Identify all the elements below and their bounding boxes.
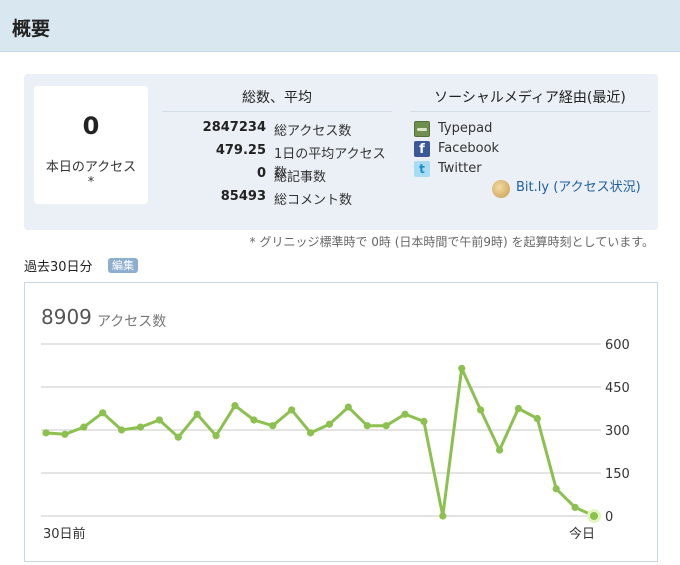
data-point[interactable] — [495, 446, 504, 454]
stat-value: 0 — [256, 166, 266, 181]
social-divider — [410, 111, 650, 112]
data-point[interactable] — [174, 433, 182, 441]
data-point[interactable] — [212, 432, 220, 440]
data-point[interactable] — [420, 417, 428, 425]
stat-value: 2847234 — [202, 120, 266, 135]
data-point[interactable] — [590, 512, 598, 520]
series-line — [45, 366, 595, 518]
chart-total-label: アクセス数 — [97, 314, 167, 330]
data-point[interactable] — [136, 423, 145, 431]
period-label: 過去30日分 — [24, 260, 93, 275]
y-tick-label: 450 — [605, 381, 630, 396]
social-item-label: Facebook — [438, 141, 500, 156]
data-point[interactable] — [533, 414, 541, 423]
data-point[interactable] — [80, 423, 88, 431]
today-access-count: 0 — [82, 112, 100, 140]
data-point[interactable] — [401, 410, 409, 418]
data-point[interactable] — [458, 364, 466, 372]
access-chart-panel: 600 450 300 150 0 8909 アクセス数 30日前 今日 — [24, 282, 658, 562]
bitly-link[interactable]: Bit.ly (アクセス状況) — [516, 178, 642, 197]
chart-total-count: 8909 — [41, 305, 92, 329]
edit-button[interactable]: 編集 — [108, 258, 138, 273]
data-point[interactable] — [193, 410, 201, 418]
social-referrals-section: ソーシャルメディア経由(最近) Typepad f Facebook t Twi… — [406, 74, 654, 230]
x-axis-end-label: 今日 — [569, 527, 596, 542]
social-title: ソーシャルメディア経由(最近) — [434, 90, 626, 106]
page-title: 概要 — [12, 18, 51, 40]
data-point[interactable] — [288, 406, 296, 414]
stat-label: 総アクセス数 — [274, 124, 352, 139]
today-access-label: 本日のアクセス — [45, 160, 137, 175]
stat-row-total-access: 2847234 総アクセス数 — [158, 120, 396, 140]
typepad-icon — [414, 121, 430, 137]
data-point[interactable] — [344, 403, 352, 411]
page-header: 概要 — [0, 0, 680, 52]
data-point[interactable] — [477, 406, 485, 414]
data-point[interactable] — [382, 422, 390, 430]
data-point[interactable] — [117, 426, 126, 434]
y-tick-label: 150 — [605, 467, 630, 482]
data-point[interactable] — [439, 512, 447, 520]
gmt-note: * グリニッジ標準時で 0時 (日本時間で午前9時) を起算時刻としています。 — [249, 235, 654, 249]
facebook-icon: f — [414, 141, 430, 157]
data-point[interactable] — [231, 402, 239, 410]
twitter-icon: t — [414, 161, 430, 177]
x-axis-start-label: 30日前 — [43, 527, 86, 542]
data-point[interactable] — [99, 409, 107, 417]
social-item-label: Twitter — [438, 161, 482, 176]
totals-section: 総数、平均 2847234 総アクセス数 479.25 1日の平均アクセス数 0… — [158, 74, 396, 230]
stat-value: 479.25 — [215, 143, 266, 158]
y-tick-label: 0 — [605, 510, 613, 525]
data-point[interactable] — [571, 503, 579, 511]
data-point[interactable] — [61, 430, 69, 438]
data-point[interactable] — [250, 416, 258, 424]
data-point[interactable] — [363, 422, 371, 430]
stat-value: 85493 — [220, 189, 266, 204]
totals-title: 総数、平均 — [242, 90, 312, 106]
data-point[interactable] — [269, 422, 277, 430]
data-point[interactable] — [42, 429, 50, 437]
y-tick-label: 600 — [605, 338, 630, 353]
y-tick-label: 300 — [605, 424, 630, 439]
stat-label: 総コメント数 — [274, 193, 353, 208]
data-point[interactable] — [306, 429, 315, 437]
social-item-label: Typepad — [438, 121, 493, 136]
stat-row-total-articles: 0 総記事数 — [158, 166, 396, 186]
stat-row-total-comments: 85493 総コメント数 — [158, 189, 396, 209]
totals-divider — [162, 111, 392, 112]
stat-row-daily-average: 479.25 1日の平均アクセス数 — [158, 143, 396, 181]
bitly-icon — [492, 180, 510, 198]
today-access-note: * — [87, 175, 95, 190]
summary-panel: 0 本日のアクセス * 総数、平均 2847234 総アクセス数 479.25 … — [24, 74, 658, 230]
data-point[interactable] — [552, 485, 560, 493]
data-point[interactable] — [325, 420, 334, 428]
today-access-box: 0 本日のアクセス * — [34, 86, 148, 204]
stat-label: 総記事数 — [274, 170, 327, 185]
data-point[interactable] — [155, 416, 163, 424]
data-point[interactable] — [514, 404, 523, 413]
